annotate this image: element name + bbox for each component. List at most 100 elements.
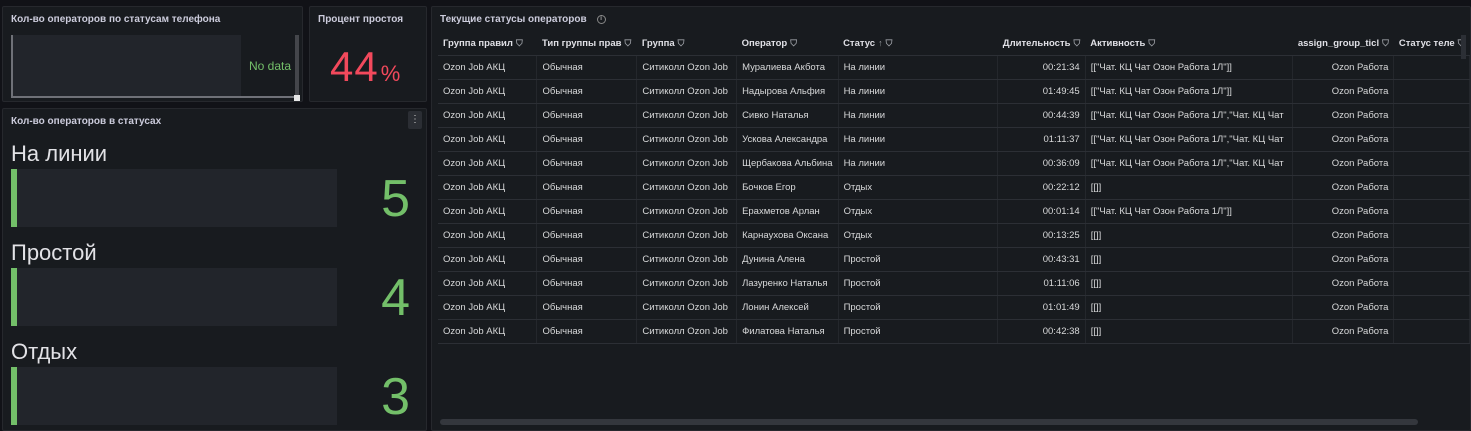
table-cell: Обычная	[536, 319, 638, 344]
column-header-6[interactable]: Активность ⛉	[1085, 33, 1293, 56]
column-header-4[interactable]: Статус ↑ ⛉	[838, 33, 998, 56]
column-header-label: Тип группы прав	[541, 38, 622, 50]
column-header-1[interactable]: Тип группы прав ⛉	[536, 33, 637, 56]
column-header-0[interactable]: Группа правил ⛉	[438, 33, 537, 56]
table-row[interactable]: Ozon Job АКЦ Обычная Ситиколл Ozon Job Нады…	[438, 79, 1470, 104]
column-header-label: Статус	[843, 38, 876, 50]
column-header-2[interactable]: Группа ⛉	[636, 33, 737, 56]
table-row[interactable]: Ozon Job АКЦ Обычная Ситиколл Ozon Job Лони…	[438, 295, 1470, 320]
gauge-bar-rest	[11, 367, 337, 425]
table-cell: [[]]	[1085, 295, 1294, 320]
column-header-3[interactable]: Оператор ⛉	[736, 33, 839, 56]
chart-scrollbar[interactable]	[295, 35, 299, 96]
phone-status-panel-title: Кол-во операторов по статусам телефона	[11, 14, 221, 25]
table-cell: [["Чат. КЦ Чат Озон Работа 1Л"]]	[1085, 79, 1294, 104]
gauge-value-idle: 4	[381, 269, 410, 327]
table-cell: Отдых	[838, 199, 998, 224]
table-cell	[1393, 319, 1470, 344]
table-row[interactable]: Ozon Job АКЦ Обычная Ситиколл Ozon Job Ерах…	[438, 199, 1470, 224]
table-cell: Ситиколл Ozon Job	[636, 247, 738, 272]
table-row[interactable]: Ozon Job АКЦ Обычная Ситиколл Ozon Job Мура…	[438, 55, 1470, 80]
table-body: Ozon Job АКЦ Обычная Ситиколл Ozon Job Мура…	[438, 55, 1470, 344]
table-cell: Филатова Наталья	[736, 319, 839, 344]
table-cell: Бочков Егор	[736, 175, 839, 200]
table-cell: 01:01:49	[997, 295, 1086, 320]
table-vertical-scrollbar[interactable]	[1461, 35, 1466, 59]
column-header-label: Длительность	[1002, 38, 1071, 50]
table-cell	[1393, 271, 1470, 296]
column-header-5[interactable]: Длительность ⛉	[997, 33, 1086, 56]
table-row[interactable]: Ozon Job АКЦ Обычная Ситиколл Ozon Job Бочк…	[438, 175, 1470, 200]
filter-icon[interactable]: ⛉	[678, 38, 685, 49]
table-row[interactable]: Ozon Job АКЦ Обычная Ситиколл Ozon Job Щерб…	[438, 151, 1470, 176]
table-row[interactable]: Ozon Job АКЦ Обычная Ситиколл Ozon Job Уско…	[438, 127, 1470, 152]
operator-status-table-panel: Текущие статусы операторов i Группа прави…	[431, 6, 1471, 431]
table-row[interactable]: Ozon Job АКЦ Обычная Ситиколл Ozon Job Дуни…	[438, 247, 1470, 272]
filter-icon[interactable]: ⛉	[1073, 38, 1080, 49]
table-row[interactable]: Ozon Job АКЦ Обычная Ситиколл Ozon Job Лазу…	[438, 271, 1470, 296]
sort-asc-icon[interactable]: ↑	[878, 38, 883, 48]
status-count-panel-title: Кол-во операторов в статусах	[11, 116, 162, 127]
table-cell: Дунина Алена	[736, 247, 839, 272]
column-header-label: Статус теле	[1398, 38, 1455, 50]
table-cell: Простой	[838, 271, 998, 296]
table-cell: [["Чат. КЦ Чат Озон Работа 1Л","Чат. КЦ …	[1085, 103, 1294, 128]
table-cell: Ситиколл Ozon Job	[636, 55, 738, 80]
table-cell: Обычная	[536, 199, 638, 224]
table-horizontal-scrollbar[interactable]	[440, 419, 1418, 425]
column-header-7[interactable]: assign_group_ticl ⛉	[1292, 33, 1394, 56]
table-cell	[1393, 55, 1470, 80]
table-cell: Простой	[838, 247, 998, 272]
info-icon[interactable]: i	[596, 14, 606, 24]
table-cell: Ozon Job АКЦ	[438, 223, 538, 248]
table-cell: Ozon Job АКЦ	[438, 295, 538, 320]
table-cell: Ozon Работа	[1292, 127, 1395, 152]
table-cell: [[]]	[1085, 319, 1294, 344]
table-cell: Обычная	[536, 271, 638, 296]
table-cell: Ситиколл Ozon Job	[636, 151, 738, 176]
table-cell: Обычная	[536, 79, 638, 104]
column-header-8[interactable]: Статус теле⛉	[1393, 33, 1470, 56]
column-header-label: Активность	[1090, 38, 1146, 50]
table-cell: Ozon Job АКЦ	[438, 55, 538, 80]
table-cell	[1393, 175, 1470, 200]
gauge-label-idle: Простой	[11, 240, 97, 265]
chart-resize-handle[interactable]	[294, 95, 300, 101]
table-cell: 00:44:39	[997, 103, 1086, 128]
table-cell: На линии	[838, 103, 998, 128]
chart-y-axis	[11, 35, 13, 97]
filter-icon[interactable]: ⛉	[516, 38, 523, 49]
table-cell: [[]]	[1085, 247, 1294, 272]
gauge-value-rest: 3	[381, 368, 410, 426]
kebab-menu-icon[interactable]: ⋮	[408, 111, 422, 129]
gauge-fill	[11, 169, 17, 227]
table-cell: 00:22:12	[997, 175, 1086, 200]
filter-icon[interactable]: ⛉	[624, 38, 631, 49]
table-cell: Ozon Работа	[1292, 151, 1395, 176]
table-cell: Ozon Работа	[1292, 319, 1395, 344]
table-cell: На линии	[838, 151, 998, 176]
no-data-label: No data	[249, 59, 292, 73]
table-row[interactable]: Ozon Job АКЦ Обычная Ситиколл Ozon Job Карн…	[438, 223, 1470, 248]
table-row[interactable]: Ozon Job АКЦ Обычная Ситиколл Ozon Job Сивк…	[438, 103, 1470, 128]
idle-percent-stat: 44%	[330, 43, 401, 91]
table-cell: Лонин Алексей	[736, 295, 839, 320]
filter-icon[interactable]: ⛉	[1382, 38, 1389, 49]
table-cell: Ozon Job АКЦ	[438, 175, 538, 200]
operator-status-table: Группа правил ⛉ Тип группы прав ⛉ Группа ⛉ Опе…	[438, 33, 1470, 344]
filter-icon[interactable]: ⛉	[790, 38, 797, 49]
table-cell: [["Чат. КЦ Чат Озон Работа 1Л","Чат. КЦ …	[1085, 127, 1294, 152]
table-row[interactable]: Ozon Job АКЦ Обычная Ситиколл Ozon Job Фила…	[438, 319, 1470, 344]
table-cell: [["Чат. КЦ Чат Озон Работа 1Л"]]	[1085, 199, 1294, 224]
table-cell: Ozon Job АКЦ	[438, 103, 538, 128]
table-cell: Ozon Работа	[1292, 103, 1395, 128]
operator-status-table-title: Текущие статусы операторов i	[432, 7, 1470, 32]
table-cell: Ozon Работа	[1292, 199, 1395, 224]
table-cell	[1393, 295, 1470, 320]
table-cell: Ускова Александра	[736, 127, 839, 152]
table-cell: 00:21:34	[997, 55, 1086, 80]
filter-icon[interactable]: ⛉	[886, 38, 893, 49]
table-cell: На линии	[838, 79, 998, 104]
table-cell	[1393, 247, 1470, 272]
filter-icon[interactable]: ⛉	[1148, 38, 1155, 49]
